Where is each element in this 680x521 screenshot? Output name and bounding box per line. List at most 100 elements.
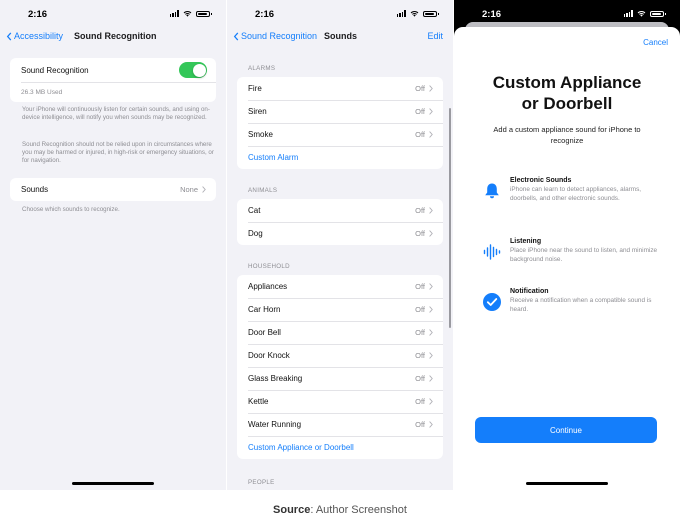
row-value: Off: [415, 397, 425, 406]
chevron-right-icon: [429, 207, 433, 214]
back-button[interactable]: Sound Recognition: [233, 31, 317, 41]
animals-header: ANIMALS: [248, 187, 278, 194]
edit-button[interactable]: Edit: [427, 31, 443, 41]
scrollbar[interactable]: [449, 108, 451, 328]
chevron-left-icon: [6, 31, 12, 41]
sounds-screen: 2:16 Sound Recognition Sounds Edit ALARM…: [227, 0, 453, 490]
status-time: 2:16: [28, 9, 48, 20]
page-title: Sounds: [324, 31, 357, 41]
chevron-left-icon: [233, 31, 239, 41]
home-indicator: [72, 482, 154, 485]
sheet-title: Custom Appliance or Doorbell: [454, 72, 680, 114]
row-label: Appliances: [248, 282, 288, 291]
page-title: Sound Recognition: [74, 31, 157, 41]
warning-text: Sound Recognition should not be relied u…: [22, 141, 214, 164]
feature-title: Electronic Sounds: [510, 177, 572, 184]
row-label: Water Running: [248, 420, 302, 429]
sound-row-glass-breaking[interactable]: Glass Breaking Off: [237, 367, 443, 390]
back-label: Sound Recognition: [241, 31, 318, 41]
row-value: Off: [415, 229, 425, 238]
sound-recognition-row: Sound Recognition: [10, 58, 216, 82]
wifi-icon: [637, 11, 646, 17]
chevron-right-icon: [429, 131, 433, 138]
row-label: Door Knock: [248, 351, 290, 360]
battery-icon: [650, 10, 666, 17]
alarms-group: Fire Off Siren Off Smoke Off Custom Alar…: [237, 77, 443, 169]
continue-button[interactable]: Continue: [475, 417, 657, 443]
storage-used: 26.3 MB Used: [21, 88, 63, 96]
description-text: Your iPhone will continuously listen for…: [22, 106, 210, 121]
back-label: Accessibility: [14, 31, 64, 41]
row-value: Off: [415, 305, 425, 314]
row-label: Kettle: [248, 397, 269, 406]
row-label: Siren: [248, 107, 267, 116]
sound-row-water-running[interactable]: Water Running Off: [237, 413, 443, 436]
sound-row-cat[interactable]: Cat Off: [237, 199, 443, 222]
sound-row-kettle[interactable]: Kettle Off: [237, 390, 443, 413]
row-label: Glass Breaking: [248, 374, 303, 383]
custom-appliance-link[interactable]: Custom Appliance or Doorbell: [237, 436, 443, 459]
caption-source-text: : Author Screenshot: [310, 504, 407, 516]
wifi-icon: [410, 11, 419, 17]
sound-row-siren[interactable]: Siren Off: [237, 100, 443, 123]
custom-appliance-label: Custom Appliance or Doorbell: [248, 443, 354, 452]
checkmark-circle-icon: [483, 293, 501, 311]
chevron-right-icon: [429, 421, 433, 428]
sound-row-appliances[interactable]: Appliances Off: [237, 275, 443, 298]
row-value: Off: [415, 206, 425, 215]
row-label: Dog: [248, 229, 263, 238]
chevron-right-icon: [429, 398, 433, 405]
home-indicator: [526, 482, 608, 485]
modal-sheet: Cancel Custom Appliance or Doorbell Add …: [454, 27, 680, 490]
custom-alarm-link[interactable]: Custom Alarm: [237, 146, 443, 169]
back-button[interactable]: Accessibility: [6, 31, 63, 41]
waveform-icon: [483, 244, 501, 260]
sounds-value: None: [180, 185, 198, 194]
row-label: Door Bell: [248, 328, 281, 337]
status-bar: 2:16: [227, 0, 453, 26]
cellular-signal-icon: [623, 10, 633, 17]
row-label: Cat: [248, 206, 261, 215]
sounds-label: Sounds: [21, 185, 49, 194]
sounds-footer: Choose which sounds to recognize.: [22, 206, 120, 213]
caption-source-label: Source: [273, 504, 311, 516]
sounds-card: Sounds None: [10, 178, 216, 201]
chevron-right-icon: [429, 85, 433, 92]
battery-icon: [196, 10, 212, 17]
status-bar: 2:16: [0, 0, 226, 26]
sound-recognition-toggle[interactable]: [179, 62, 207, 78]
sound-recognition-card: Sound Recognition 26.3 MB Used: [10, 58, 216, 102]
row-value: Off: [415, 84, 425, 93]
sounds-row[interactable]: Sounds None: [10, 178, 216, 201]
feature-description: iPhone can learn to detect appliances, a…: [510, 186, 642, 202]
feature-title: Notification: [510, 288, 549, 295]
household-header: HOUSEHOLD: [248, 263, 290, 270]
sound-row-fire[interactable]: Fire Off: [237, 77, 443, 100]
cancel-button[interactable]: Cancel: [643, 38, 668, 47]
bell-icon: [485, 183, 499, 199]
wifi-icon: [183, 11, 192, 17]
row-value: Off: [415, 420, 425, 429]
row-value: Off: [415, 107, 425, 116]
sound-row-smoke[interactable]: Smoke Off: [237, 123, 443, 146]
sound-row-door-bell[interactable]: Door Bell Off: [237, 321, 443, 344]
alarms-header: ALARMS: [248, 65, 276, 72]
feature-description: Place iPhone near the sound to listen, a…: [510, 247, 658, 263]
row-label: Smoke: [248, 130, 273, 139]
cellular-signal-icon: [396, 10, 406, 17]
chevron-right-icon: [202, 186, 206, 193]
image-caption: Source: Author Screenshot: [0, 504, 680, 516]
storage-row: 26.3 MB Used: [10, 82, 216, 102]
sound-row-car-horn[interactable]: Car Horn Off: [237, 298, 443, 321]
sound-row-dog[interactable]: Dog Off: [237, 222, 443, 245]
row-value: Off: [415, 328, 425, 337]
household-group: Appliances Off Car Horn Off Door Bell Of…: [237, 275, 443, 459]
nav-bar: Accessibility Sound Recognition: [0, 27, 226, 45]
sheet-subtitle: Add a custom appliance sound for iPhone …: [493, 125, 641, 145]
row-value: Off: [415, 374, 425, 383]
chevron-right-icon: [429, 108, 433, 115]
sound-row-door-knock[interactable]: Door Knock Off: [237, 344, 443, 367]
animals-group: Cat Off Dog Off: [237, 199, 443, 245]
row-value: Off: [415, 130, 425, 139]
sheet-title-line2: or Doorbell: [521, 94, 613, 113]
